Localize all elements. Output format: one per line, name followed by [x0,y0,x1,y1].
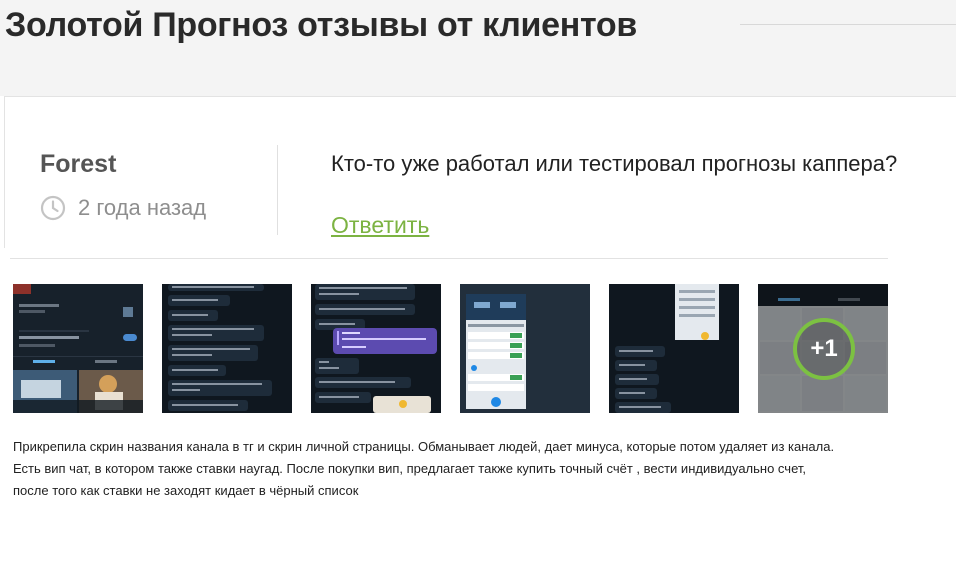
description-line: после того как ставки не заходят кидает … [13,483,359,498]
clock-icon [40,195,66,221]
time-ago-text: 2 года назад [78,195,207,220]
section-divider [10,258,888,259]
reply-link[interactable]: Ответить [331,212,429,239]
screenshot-image [609,284,739,413]
header-divider [740,24,956,25]
screenshot-image [311,284,441,413]
screenshot-thumbnail[interactable] [13,284,143,413]
review-time: 2 года назад [40,195,206,221]
screenshot-thumbnail[interactable] [460,284,590,413]
more-images-thumbnail[interactable]: +1 [758,284,888,413]
review-author[interactable]: Forest [40,150,116,179]
screenshot-thumbnail[interactable] [311,284,441,413]
screenshot-image [162,284,292,413]
description-line: Есть вип чат, в котором также ставки нау… [13,461,806,476]
author-divider [277,145,278,235]
screenshot-thumbnail[interactable] [162,284,292,413]
review-description: Прикрепила скрин названия канала в тг и … [13,436,913,502]
description-line: Прикрепила скрин названия канала в тг и … [13,439,835,454]
screenshot-image [460,284,590,413]
more-images-count: +1 [810,335,838,362]
screenshot-image [13,284,143,413]
page-title: Золотой Прогноз отзывы от клиентов [5,6,637,44]
review-question: Кто-то уже работал или тестировал прогно… [331,151,898,176]
screenshot-thumbnail[interactable] [609,284,739,413]
more-images-badge[interactable]: +1 [793,318,855,380]
